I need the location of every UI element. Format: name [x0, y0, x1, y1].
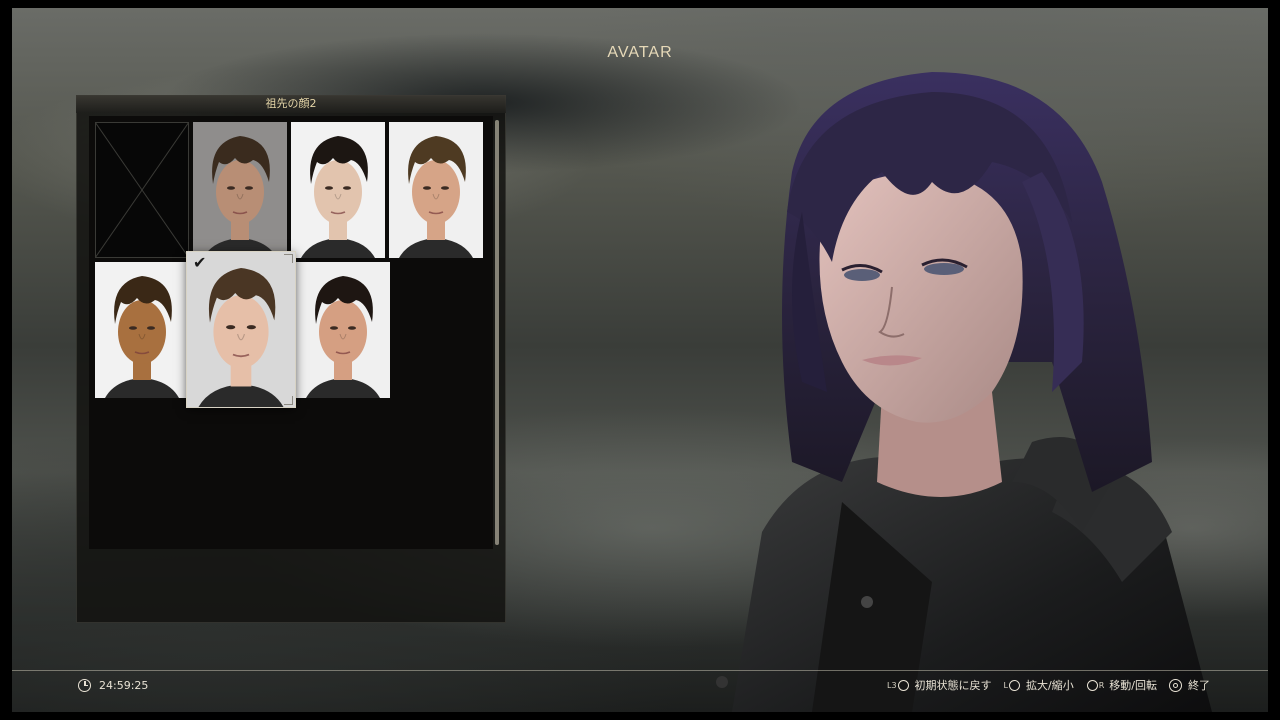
footer-divider — [12, 670, 1268, 671]
hint-exit[interactable]: 終了 — [1169, 677, 1210, 693]
hint-label: 終了 — [1188, 679, 1210, 692]
face-portrait — [291, 122, 385, 258]
scrollbar-thumb[interactable] — [495, 120, 499, 545]
hint-label: 初期状態に戻す — [914, 679, 992, 692]
scrollbar[interactable] — [495, 120, 499, 545]
face-thumbnail[interactable] — [389, 122, 483, 258]
character-portrait — [716, 72, 1212, 712]
r-stick-icon: R — [1086, 679, 1104, 691]
playtime-display: 24:59:25 — [78, 677, 148, 693]
checkmark-icon: ✔ — [193, 253, 207, 272]
face-portrait — [296, 262, 390, 398]
character-preview[interactable] — [692, 62, 1252, 712]
circle-button-icon — [1169, 678, 1182, 692]
face-thumbnail[interactable] — [296, 262, 390, 398]
panel-header: 祖先の顔2 — [76, 95, 506, 113]
face-thumbnail[interactable] — [95, 262, 189, 398]
face-grid: ✔ — [89, 116, 493, 549]
face-selection-panel: 祖先の顔2 ✔ — [76, 95, 506, 623]
face-thumbnail[interactable] — [291, 122, 385, 258]
hint-move-rotate[interactable]: R 移動/回転 — [1086, 677, 1157, 693]
face-portrait — [187, 252, 295, 407]
playtime-value: 24:59:25 — [99, 678, 149, 692]
hint-zoom[interactable]: L 拡大/縮小 — [1004, 677, 1074, 693]
empty-slot-icon — [95, 122, 189, 258]
corner-mark-icon — [284, 254, 293, 263]
hint-reset[interactable]: L3 初期状態に戻す — [887, 677, 992, 693]
customization-screen: AVATAR 祖先の顔2 ✔ 24:59:25 L3 初期状態に戻す L 拡大/… — [12, 8, 1268, 712]
face-portrait — [95, 262, 189, 398]
hint-label: 移動/回転 — [1109, 679, 1157, 692]
l3-stick-icon: L3 — [887, 679, 910, 691]
face-thumbnail[interactable] — [193, 122, 287, 258]
control-hints: L3 初期状態に戻す L 拡大/縮小 R 移動/回転 終了 — [875, 675, 1210, 695]
face-slot-empty[interactable] — [95, 122, 189, 258]
screen-title: AVATAR — [607, 44, 673, 61]
face-portrait — [389, 122, 483, 258]
l-stick-icon: L — [1004, 679, 1021, 691]
face-portrait — [193, 122, 287, 258]
clock-icon — [78, 678, 91, 692]
hint-label: 拡大/縮小 — [1026, 679, 1074, 692]
face-thumbnail-selected[interactable]: ✔ — [187, 252, 295, 407]
corner-mark-icon — [284, 396, 293, 405]
